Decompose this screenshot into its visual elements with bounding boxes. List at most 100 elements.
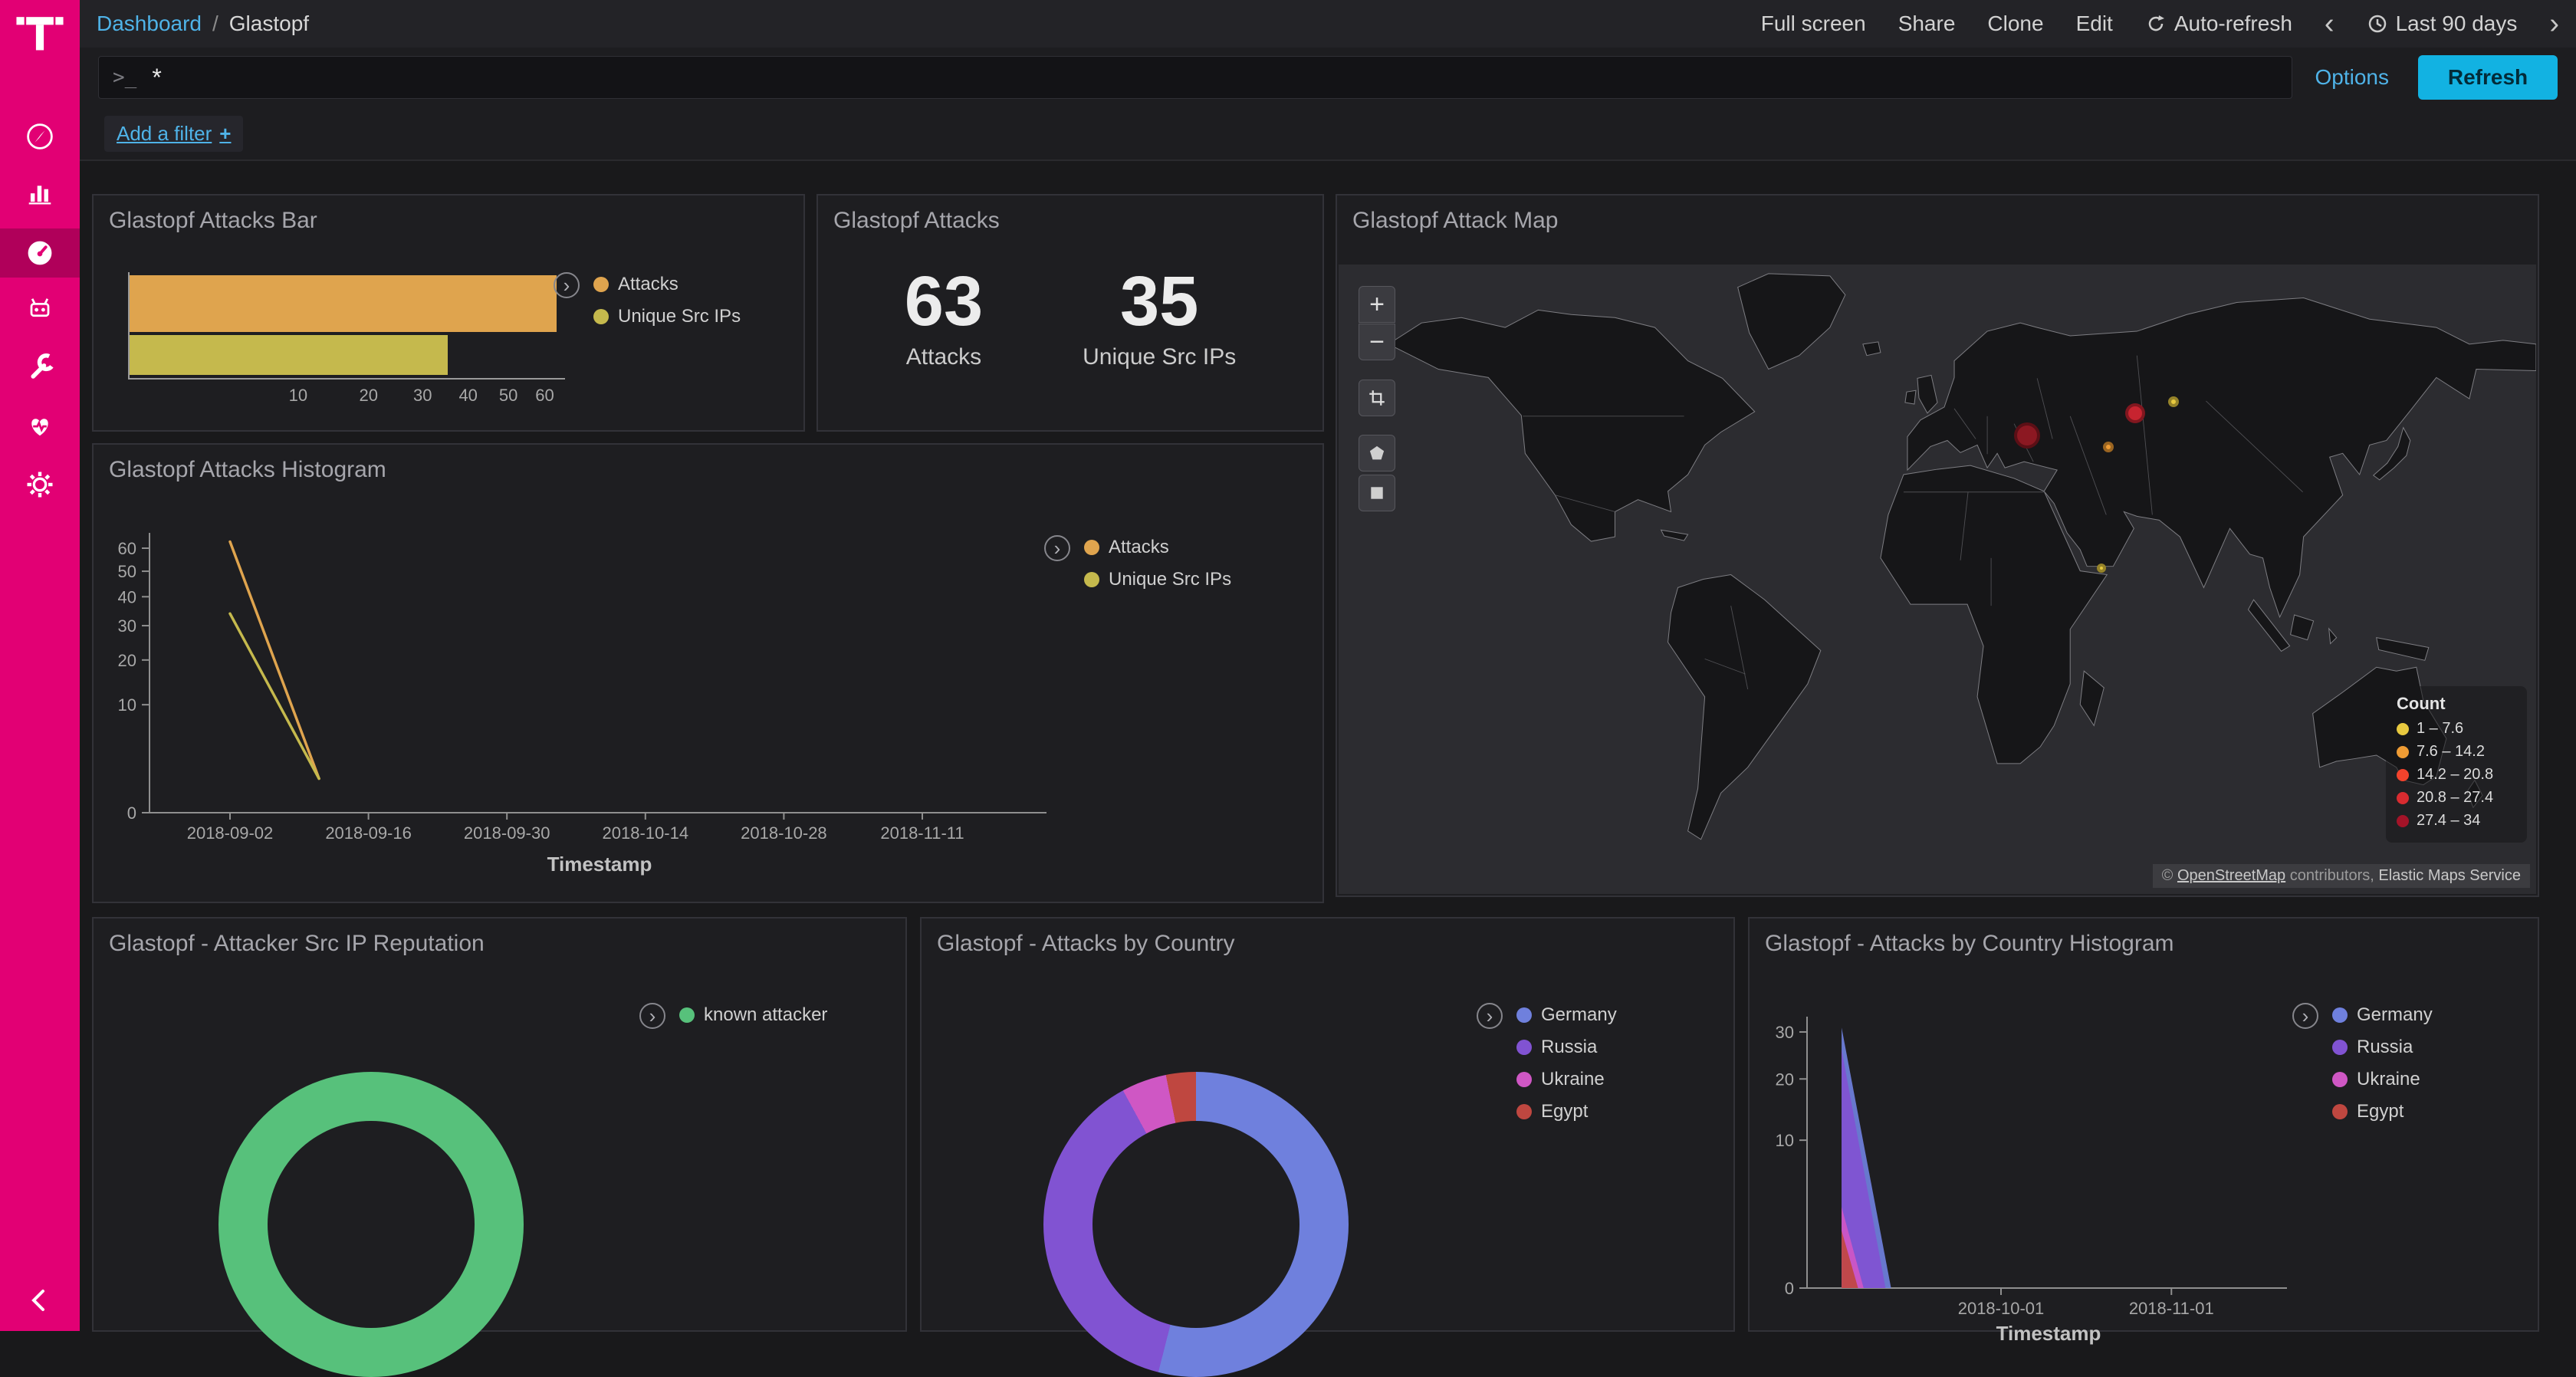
rectangle-icon — [1366, 482, 1388, 504]
legend-toggle[interactable]: › — [639, 1003, 665, 1029]
legend-toggle[interactable]: › — [1044, 535, 1070, 561]
svg-text:30: 30 — [118, 616, 136, 636]
legend-item[interactable]: Egypt — [1516, 1101, 1617, 1122]
legend-dot — [593, 277, 609, 292]
legend-item[interactable]: Egypt — [2332, 1101, 2433, 1122]
panel-country-histogram: Glastopf - Attacks by Country Histogram … — [1748, 917, 2539, 1332]
sidebar-item-management[interactable] — [21, 466, 58, 503]
world-map[interactable]: + − Count 1 – 7.67.6 – 14.214.2 – 20.820… — [1339, 265, 2536, 894]
map-legend-item: 27.4 – 34 — [2397, 812, 2516, 830]
attack-point[interactable] — [2097, 564, 2106, 573]
sidebar-item-timelion[interactable] — [21, 291, 58, 327]
legend-dot — [679, 1007, 695, 1023]
zoom-out-button[interactable]: − — [1359, 324, 1395, 360]
legend-item[interactable]: Attacks — [593, 274, 741, 295]
robot-icon — [23, 292, 57, 326]
legend-dot — [1084, 540, 1099, 555]
crop-tool-button[interactable] — [1359, 380, 1395, 416]
edit-button[interactable]: Edit — [2076, 12, 2113, 36]
legend-item[interactable]: Russia — [2332, 1037, 2433, 1058]
time-back-button[interactable]: ‹ — [2325, 9, 2334, 38]
crop-icon — [1365, 386, 1388, 409]
refresh-button[interactable]: Refresh — [2418, 55, 2558, 100]
x-tick: 30 — [413, 386, 432, 406]
map-legend-dot — [2397, 746, 2409, 758]
bar-attacks[interactable] — [130, 275, 557, 332]
sidebar-item-dashboard[interactable] — [21, 235, 58, 271]
plus-icon: + — [219, 122, 231, 146]
chart-legend: Attacks Unique Src IPs — [593, 274, 741, 338]
line-chart[interactable]: 01020304050602018-09-022018-09-162018-09… — [94, 445, 1326, 905]
query-input[interactable] — [150, 63, 2277, 93]
legend-toggle[interactable]: › — [2292, 1003, 2318, 1029]
add-filter-link[interactable]: Add a filter + — [104, 116, 243, 152]
options-link[interactable]: Options — [2315, 65, 2390, 90]
x-axis-ticks: 102030405060 — [128, 386, 565, 407]
legend-item[interactable]: Attacks — [1084, 537, 1231, 558]
breadcrumb-separator: / — [212, 12, 219, 36]
sidebar-item-discover[interactable] — [21, 118, 58, 155]
reputation-donut-chart[interactable] — [219, 1072, 524, 1377]
legend-toggle[interactable]: › — [554, 272, 580, 298]
auto-refresh-button[interactable]: Auto-refresh — [2145, 12, 2292, 36]
legend-item[interactable]: Germany — [2332, 1004, 2433, 1026]
legend-toggle[interactable]: › — [1477, 1003, 1503, 1029]
bar-unique-src-ips[interactable] — [130, 335, 448, 375]
full-screen-button[interactable]: Full screen — [1761, 12, 1866, 36]
svg-text:50: 50 — [118, 562, 136, 581]
horizontal-bar-chart[interactable] — [128, 272, 565, 380]
sidebar-item-monitoring[interactable] — [21, 407, 58, 444]
legend-item[interactable]: Ukraine — [1516, 1069, 1617, 1090]
legend-item[interactable]: known attacker — [679, 1004, 827, 1026]
legend-label: Unique Src IPs — [1109, 569, 1231, 590]
legend-item[interactable]: Unique Src IPs — [1084, 569, 1231, 590]
attack-point[interactable] — [2168, 396, 2179, 407]
map-legend-range: 20.8 – 27.4 — [2417, 789, 2493, 807]
collapse-sidebar-button[interactable] — [21, 1282, 58, 1319]
time-forward-button[interactable]: › — [2549, 9, 2559, 38]
share-button[interactable]: Share — [1898, 12, 1956, 36]
legend-item[interactable]: Russia — [1516, 1037, 1617, 1058]
metric-attacks: 63 Attacks — [905, 266, 983, 370]
rectangle-select-button[interactable] — [1359, 475, 1395, 511]
legend-item[interactable]: Ukraine — [2332, 1069, 2433, 1090]
legend-item[interactable]: Germany — [1516, 1004, 1617, 1026]
country-donut-chart[interactable] — [1043, 1072, 1349, 1377]
time-range-label: Last 90 days — [2396, 12, 2518, 36]
chart-legend: Germany Russia Ukraine Egypt — [2332, 1004, 2433, 1133]
zoom-in-button[interactable]: + — [1359, 286, 1395, 323]
copyright-symbol: © — [2162, 867, 2174, 884]
x-tick: 40 — [458, 386, 477, 406]
map-legend-range: 27.4 – 34 — [2417, 812, 2480, 830]
attribution-text: contributors, — [2290, 867, 2374, 884]
svg-text:10: 10 — [118, 695, 136, 715]
legend-label: known attacker — [704, 1004, 827, 1026]
legend-label: Ukraine — [2357, 1069, 2420, 1090]
svg-text:2018-10-28: 2018-10-28 — [741, 823, 827, 843]
breadcrumb-dashboard-link[interactable]: Dashboard — [97, 12, 202, 36]
svg-text:2018-11-11: 2018-11-11 — [880, 823, 964, 843]
metric-value: 35 — [1083, 266, 1236, 337]
sidebar-item-visualize[interactable] — [21, 173, 58, 210]
polygon-select-button[interactable] — [1359, 435, 1395, 472]
map-legend-item: 7.6 – 14.2 — [2397, 743, 2516, 761]
panel-src-ip-reputation: Glastopf - Attacker Src IP Reputation › … — [92, 917, 907, 1332]
svg-text:20: 20 — [118, 651, 136, 670]
svg-text:20: 20 — [1776, 1070, 1794, 1089]
time-range-button[interactable]: Last 90 days — [2367, 12, 2518, 36]
heartbeat-icon — [23, 409, 57, 442]
panel-title: Glastopf - Attacks by Country — [922, 919, 1733, 969]
elastic-maps-service-link[interactable]: Elastic Maps Service — [2378, 867, 2521, 884]
svg-text:2018-11-01: 2018-11-01 — [2129, 1299, 2214, 1318]
legend-item[interactable]: Unique Src IPs — [593, 306, 741, 327]
gauge-icon — [23, 236, 57, 270]
legend-dot — [1084, 572, 1099, 587]
sidebar-item-dev-tools[interactable] — [21, 350, 58, 386]
clone-button[interactable]: Clone — [1987, 12, 2043, 36]
query-input-wrap[interactable]: >_ — [98, 56, 2292, 99]
legend-label: Russia — [2357, 1037, 2413, 1058]
map-legend-title: Count — [2397, 694, 2516, 714]
attack-point[interactable] — [2125, 403, 2145, 423]
legend-dot — [1516, 1040, 1532, 1055]
openstreetmap-link[interactable]: OpenStreetMap — [2177, 867, 2285, 884]
